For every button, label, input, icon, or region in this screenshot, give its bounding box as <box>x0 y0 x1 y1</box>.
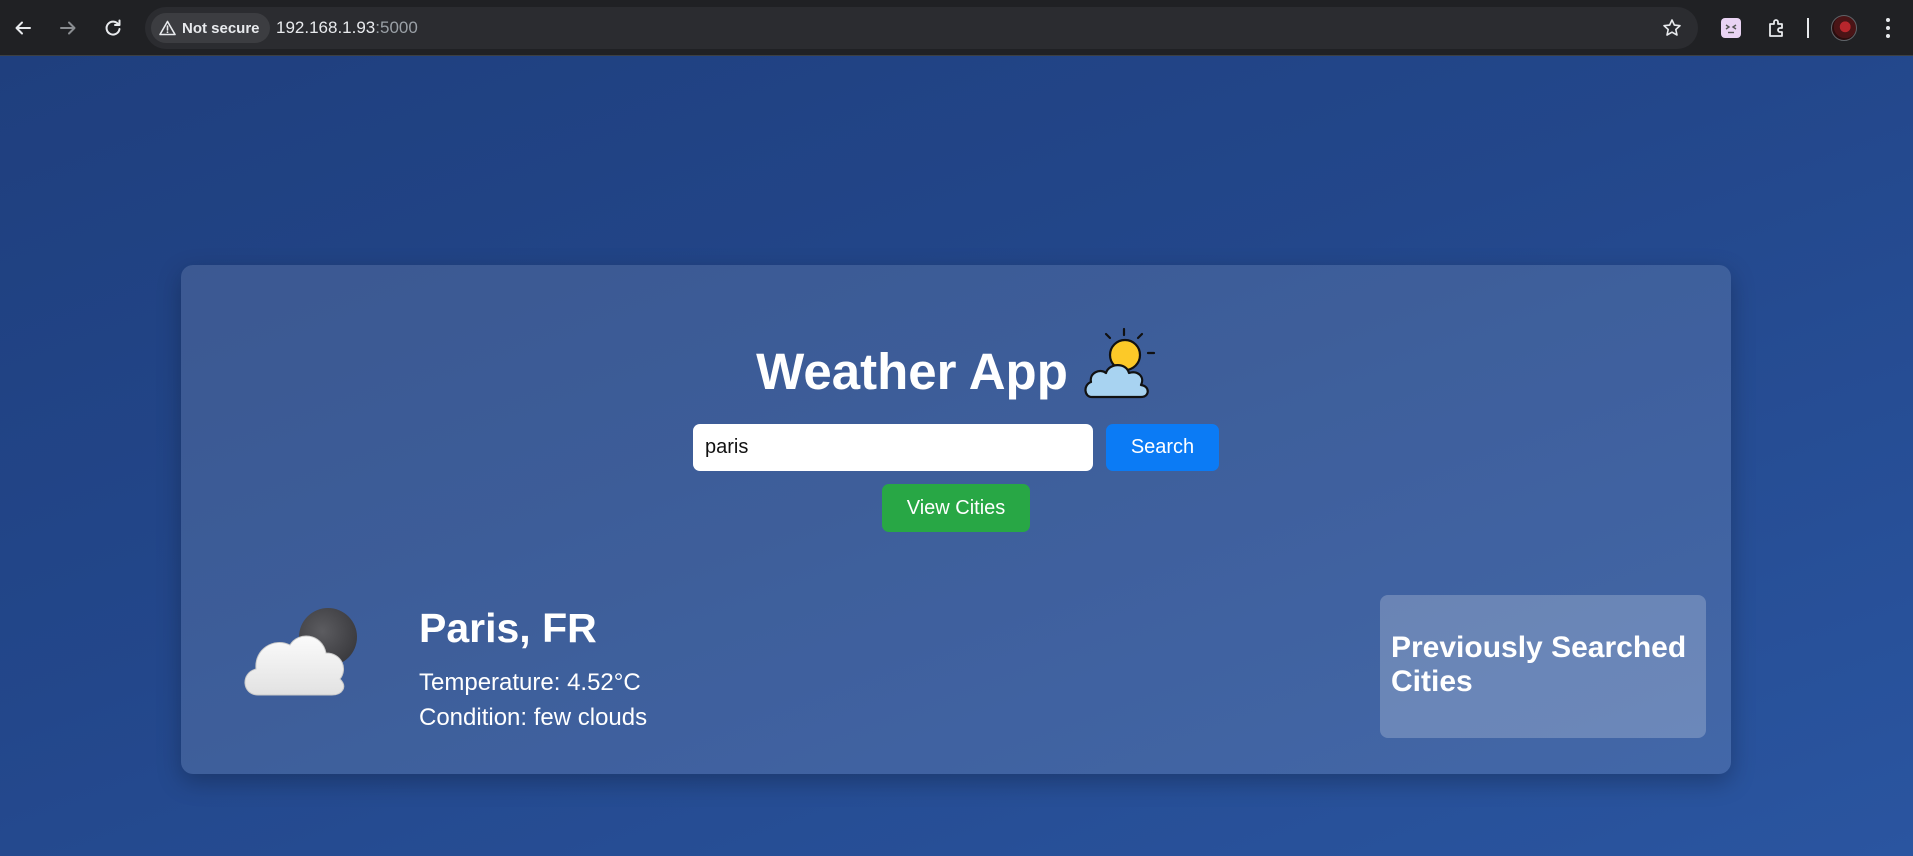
extension-app-icon <box>1721 18 1741 38</box>
reload-button[interactable] <box>97 12 129 44</box>
security-indicator[interactable]: Not secure <box>151 13 270 43</box>
weather-card: Weather App Search View Cities <box>181 265 1731 774</box>
back-arrow-icon <box>15 21 31 35</box>
search-input[interactable] <box>693 424 1093 471</box>
extension-app-button[interactable] <box>1717 14 1745 42</box>
extensions-button[interactable] <box>1763 14 1791 42</box>
current-weather: Paris, FR Temperature: 4.52°C Condition:… <box>419 605 647 735</box>
kebab-menu-icon[interactable] <box>1876 15 1900 41</box>
temperature-text: Temperature: 4.52°C <box>419 669 641 696</box>
forward-button[interactable] <box>52 12 84 44</box>
browser-toolbar: Not secure 192.168.1.93:5000 <box>0 0 1913 56</box>
address-bar[interactable]: Not secure 192.168.1.93:5000 <box>145 7 1698 49</box>
toolbar-divider <box>1807 18 1809 38</box>
url-text[interactable]: 192.168.1.93:5000 <box>276 18 418 38</box>
history-title: Previously Searched Cities <box>1391 631 1687 698</box>
page-title: Weather App <box>756 343 1068 400</box>
url-host: 192.168.1.93 <box>276 18 376 37</box>
cloud-with-moon-icon <box>244 608 357 696</box>
puzzle-icon <box>1769 19 1783 37</box>
header: Weather App <box>181 325 1731 403</box>
forward-arrow-icon <box>60 21 76 35</box>
star-icon <box>1663 19 1681 36</box>
sun-behind-cloud-icon <box>1084 327 1155 399</box>
condition-text: Condition: few clouds <box>419 704 648 731</box>
avatar[interactable] <box>1831 15 1857 41</box>
city-name: Paris, FR <box>419 605 597 651</box>
view-cities-button[interactable]: View Cities <box>882 484 1030 532</box>
history-panel: Previously Searched Cities <box>1380 595 1706 738</box>
warning-triangle-icon <box>159 20 176 36</box>
bookmark-button[interactable] <box>1660 16 1684 40</box>
url-port: :5000 <box>375 18 418 37</box>
reload-icon <box>105 19 121 36</box>
back-button[interactable] <box>7 12 39 44</box>
search-form: Search <box>693 424 1219 471</box>
page-background: Weather App Search View Cities <box>0 56 1913 856</box>
search-button[interactable]: Search <box>1106 424 1219 471</box>
security-label: Not secure <box>182 19 260 37</box>
